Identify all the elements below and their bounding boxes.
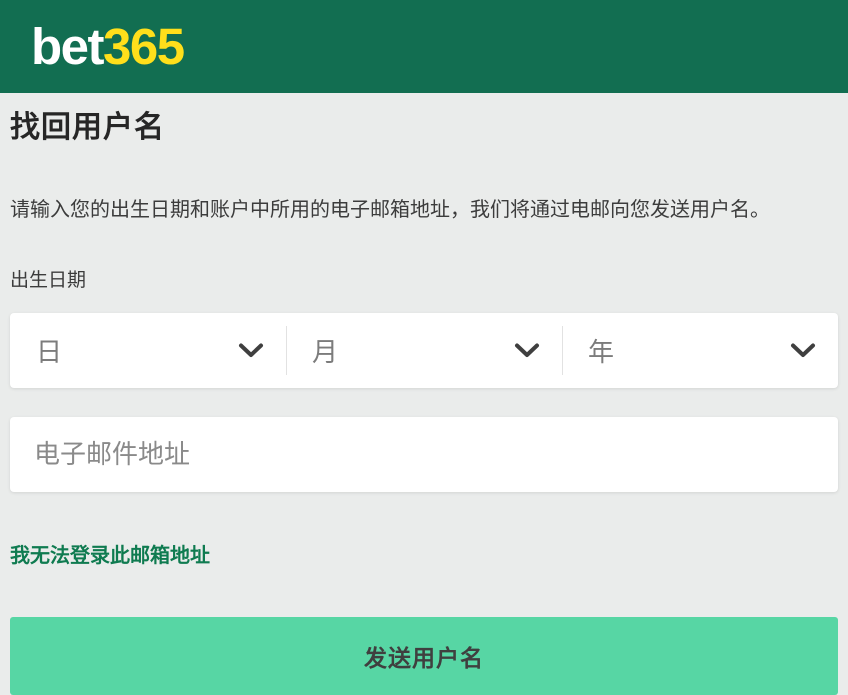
logo-text-365: 365 [103,18,184,75]
bet365-logo[interactable]: bet365 [31,21,184,72]
cant-access-email-link[interactable]: 我无法登录此邮箱地址 [10,539,210,568]
dob-select-row: 日 月 年 [10,313,838,388]
email-address-input[interactable] [10,417,838,492]
instructions-text: 请输入您的出生日期和账户中所用的电子邮箱地址，我们将通过电邮向您发送用户名。 [10,197,838,224]
chevron-down-icon [238,343,264,358]
dob-month-select[interactable]: 月 [286,313,562,388]
logo-text-bet: bet [31,18,103,75]
chevron-down-icon [790,343,816,358]
dob-day-select[interactable]: 日 [10,313,286,388]
dob-day-value: 日 [36,332,62,369]
chevron-down-icon [514,343,540,358]
page-title: 找回用户名 [10,108,838,147]
dob-year-select[interactable]: 年 [562,313,838,388]
dob-label: 出生日期 [10,265,838,292]
main-content: 找回用户名 请输入您的出生日期和账户中所用的电子邮箱地址，我们将通过电邮向您发送… [0,108,848,695]
send-username-button[interactable]: 发送用户名 [10,617,838,695]
dob-year-value: 年 [588,332,614,369]
app-header: bet365 [0,0,848,93]
dob-month-value: 月 [312,332,338,369]
